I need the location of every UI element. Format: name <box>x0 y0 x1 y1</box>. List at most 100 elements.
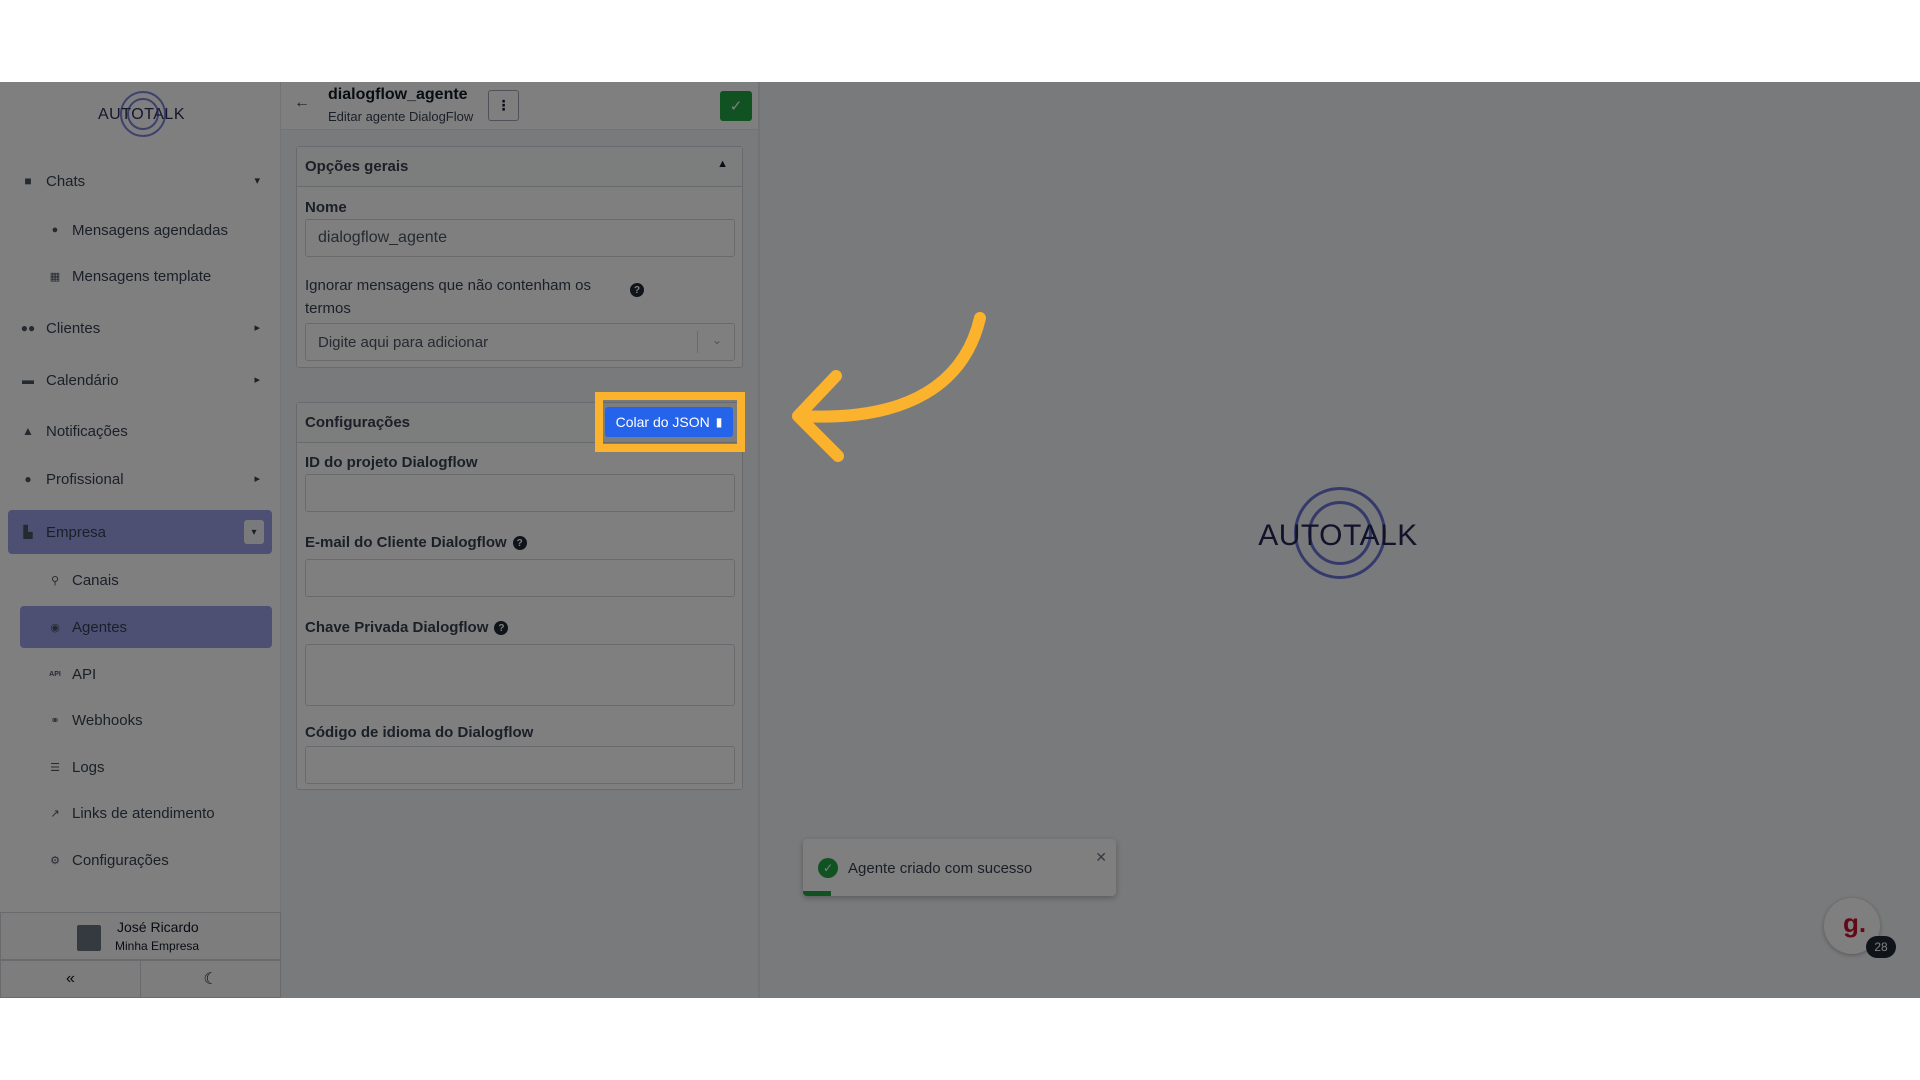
chevron-down-icon: ⌄ <box>711 333 722 347</box>
app-frame: AUTOTALK ■ Chats ▾ ● Mensagens agendadas… <box>0 82 1920 998</box>
name-label: Nome <box>305 199 347 216</box>
sidebar: AUTOTALK ■ Chats ▾ ● Mensagens agendadas… <box>0 82 281 998</box>
sidebar-item-label: Links de atendimento <box>72 804 215 822</box>
chevron-right-icon: ▸ <box>254 374 260 386</box>
external-link-icon: ↗ <box>50 807 60 820</box>
ignore-terms-label: Ignorar mensagens que não contenham os t… <box>305 277 592 317</box>
collapse-sidebar-button[interactable]: « <box>1 961 141 997</box>
sidebar-item-notificacoes[interactable]: ▲ Notificações <box>8 409 272 453</box>
language-code-input[interactable] <box>305 746 735 784</box>
sidebar-item-calendario[interactable]: ▬ Calendário ▸ <box>8 358 272 402</box>
gear-icon: ⚙ <box>50 854 60 867</box>
clipboard-icon: ▮ <box>715 415 723 429</box>
client-email-label: E-mail do Cliente Dialogflow? <box>305 534 527 551</box>
client-email-input[interactable] <box>305 559 735 597</box>
editor-title: dialogflow_agente <box>328 86 468 103</box>
user-cog-icon: ● <box>24 472 32 486</box>
sidebar-item-webhooks[interactable]: ⚭ Webhooks <box>20 699 272 741</box>
sidebar-item-chats[interactable]: ■ Chats ▾ <box>8 159 272 203</box>
user-card[interactable]: José Ricardo Minha Empresa <box>0 912 281 960</box>
private-key-textarea[interactable] <box>305 644 735 706</box>
back-arrow-icon[interactable]: ← <box>294 94 310 112</box>
moon-icon: ☾ <box>203 971 218 988</box>
sidebar-item-links-de-atendimento[interactable]: ↗ Links de atendimento <box>20 792 272 834</box>
webhook-icon: ⚭ <box>50 714 60 727</box>
sidebar-item-profissional[interactable]: ● Profissional ▸ <box>8 457 272 501</box>
private-key-label: Chave Privada Dialogflow? <box>305 619 509 636</box>
close-icon[interactable]: ✕ <box>1095 849 1107 866</box>
sidebar-item-logs[interactable]: ☰ Logs <box>20 746 272 788</box>
toast-progress-bar <box>803 891 832 896</box>
sidebar-item-label: API <box>72 665 97 683</box>
sidebar-item-label: Clientes <box>46 319 101 337</box>
paste-json-button[interactable]: Colar do JSON ▮ <box>605 407 733 437</box>
calendar-icon: ▬ <box>22 373 34 387</box>
company-avatar <box>77 925 101 951</box>
select-divider <box>697 331 698 353</box>
users-icon: ●● <box>20 321 36 335</box>
kebab-icon: ⋮ <box>496 97 511 113</box>
general-options-header[interactable]: Opções gerais ▲ <box>297 147 742 187</box>
logo-text: AUTOTALK <box>98 106 185 123</box>
editor-subtitle: Editar agente DialogFlow <box>328 109 474 124</box>
sidebar-item-mensagens-template[interactable]: ▦ Mensagens template <box>20 255 272 297</box>
toast-message: Agente criado com sucesso <box>848 860 1033 877</box>
sidebar-item-api[interactable]: API API <box>20 653 272 695</box>
sidebar-item-label: Canais <box>72 571 119 589</box>
help-icon[interactable]: ? <box>494 621 509 636</box>
notification-badge: 28 <box>1866 936 1896 958</box>
sidebar-item-agentes[interactable]: ◉ Agentes <box>20 606 272 648</box>
chat-icon: ■ <box>24 174 32 188</box>
autotalk-logo[interactable]: AUTOTALK <box>98 88 185 142</box>
chevron-down-icon[interactable]: ▾ <box>244 520 264 544</box>
clock-icon: ● <box>51 224 59 236</box>
help-icon[interactable]: ? <box>630 283 644 297</box>
sidebar-item-label: Calendário <box>46 371 119 389</box>
sidebar-item-label: Notificações <box>46 422 128 440</box>
chevron-right-icon: ▸ <box>254 473 260 485</box>
list-icon: ☰ <box>50 761 60 774</box>
sidebar-item-clientes[interactable]: ●● Clientes ▸ <box>8 306 272 350</box>
name-input[interactable]: dialogflow_agente <box>305 219 735 257</box>
sidebar-item-mensagens-agendadas[interactable]: ● Mensagens agendadas <box>20 209 272 251</box>
check-icon: ✓ <box>729 98 743 115</box>
sidebar-item-canais[interactable]: ⚲ Canais <box>20 559 272 601</box>
user-company: Minha Empresa <box>115 939 200 953</box>
sidebar-item-label: Agentes <box>72 618 128 636</box>
plug-icon: ⚲ <box>50 574 60 587</box>
sidebar-item-label: Profissional <box>46 470 124 488</box>
configurations-card: Configurações ID do projeto Dialogflow E… <box>296 402 743 790</box>
sidebar-footer: « ☾ <box>0 960 281 998</box>
sidebar-item-empresa[interactable]: ▙ Empresa ▾ <box>8 510 272 554</box>
ignore-terms-select[interactable]: Digite aqui para adicionar ⌄ <box>305 323 735 361</box>
sidebar-item-label: Mensagens template <box>72 267 212 285</box>
project-id-label: ID do projeto Dialogflow <box>305 454 478 471</box>
paste-json-label: Colar do JSON <box>615 414 710 430</box>
sidebar-item-label: Chats <box>46 172 86 190</box>
building-icon: ▙ <box>23 525 33 539</box>
project-id-input[interactable] <box>305 474 735 512</box>
sidebar-item-configuracoes[interactable]: ⚙ Configurações <box>20 839 272 881</box>
ignore-terms-placeholder: Digite aqui para adicionar <box>318 333 489 351</box>
language-code-label: Código de idioma do Dialogflow <box>305 724 534 741</box>
check-circle-icon: ✓ <box>818 858 838 878</box>
double-chevron-left-icon: « <box>66 970 75 987</box>
general-options-card: Opções gerais ▲ Nome dialogflow_agente I… <box>296 146 743 368</box>
autotalk-main-logo: AUTOTALK <box>1258 487 1418 587</box>
help-icon[interactable]: ? <box>512 536 527 551</box>
sidebar-item-label: Empresa <box>46 523 107 541</box>
api-icon: API <box>49 670 61 678</box>
sidebar-item-label: Mensagens agendadas <box>72 221 228 239</box>
dark-mode-button[interactable]: ☾ <box>141 961 280 997</box>
chevron-up-icon: ▲ <box>717 158 728 170</box>
more-options-button[interactable]: ⋮ <box>488 90 519 121</box>
main-logo-text: AUTOTALK <box>1258 519 1418 552</box>
chevron-down-icon: ▾ <box>254 175 260 187</box>
template-icon: ▦ <box>49 270 61 283</box>
section-title: Configurações <box>305 414 411 431</box>
section-title: Opções gerais <box>305 158 409 175</box>
bell-icon: ▲ <box>22 424 34 438</box>
chat-widget-logo: g. <box>1843 908 1867 938</box>
save-button[interactable]: ✓ <box>720 91 752 121</box>
sidebar-item-label: Logs <box>72 758 105 776</box>
